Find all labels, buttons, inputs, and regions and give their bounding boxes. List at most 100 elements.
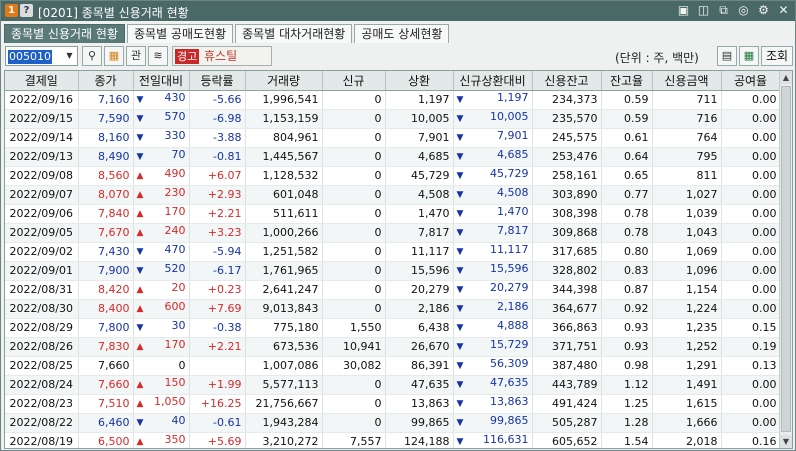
table-row[interactable]: 2022/08/31 8,420 ▲ 20 +0.23 2,641,247 0 20,279 ▼… — [5, 280, 781, 300]
table-row[interactable]: 2022/08/29 7,800 ▼ 30 -0.38 775,180 1,550 6,438… — [5, 318, 781, 338]
scroll-up-icon[interactable]: ▲ — [780, 71, 792, 84]
cell-rate: -5.66 — [189, 90, 246, 110]
cell-netdiff: ▼ 7,817 — [453, 223, 533, 243]
tab-lending[interactable]: 종목별 대차거래현황 — [235, 24, 353, 43]
cell-balance-rate: 0.78 — [601, 223, 653, 243]
title-bar: 1 ? [0201] 종목별 신용거래 현황 ▣ ◫ ⧉ ◎ ⚙ ✕ — [1, 1, 795, 21]
cell-repay: 47,635 — [385, 375, 454, 395]
stock-code-input[interactable]: 005010 ▼ — [5, 46, 78, 66]
cell-change: ▲ 230 — [133, 185, 190, 205]
title-camera-icon[interactable]: ◎ — [736, 3, 751, 18]
cell-new: 0 — [322, 166, 386, 186]
search-icon[interactable]: ⚲ — [82, 46, 102, 66]
col-header[interactable]: 신용잔고 — [532, 71, 602, 91]
table-row[interactable]: 2022/09/15 7,590 ▼ 570 -6.98 1,153,159 0 10,005… — [5, 109, 781, 129]
netdiff-value: 7,901 — [497, 128, 529, 142]
tab-credit-status[interactable]: 종목별 신용거래 현황 — [4, 24, 125, 43]
table-row[interactable]: 2022/09/01 7,900 ▼ 520 -6.17 1,761,965 0 15,596… — [5, 261, 781, 281]
netdiff-value: 4,685 — [497, 147, 529, 161]
cell-volume: 1,996,541 — [245, 90, 323, 110]
table-row[interactable]: 2022/09/13 8,490 ▼ 70 -0.81 1,445,567 0 4,685 ▼ 4… — [5, 147, 781, 167]
col-header[interactable]: 결제일 — [5, 71, 79, 91]
down-arrow-icon: ▼ — [456, 189, 464, 200]
scroll-down-icon[interactable]: ▼ — [780, 435, 792, 448]
change-value: 330 — [164, 128, 186, 142]
table-row[interactable]: 2022/09/08 8,560 ▲ 490 +6.07 1,128,532 0 45,729… — [5, 166, 781, 186]
cell-netdiff: ▼ 15,596 — [453, 261, 533, 281]
help-icon[interactable]: ? — [20, 4, 33, 17]
cell-balance-rate: 0.59 — [601, 109, 653, 129]
table-row[interactable]: 2022/08/23 7,510 ▲ 1,050 +16.25 21,756,667 0 13… — [5, 394, 781, 414]
col-header[interactable]: 신규 — [322, 71, 386, 91]
cell-change: ▼ 40 — [133, 413, 190, 433]
scroll-thumb[interactable] — [781, 86, 791, 432]
cell-netdiff: ▼ 45,729 — [453, 166, 533, 186]
dropdown-icon[interactable]: ▼ — [63, 48, 76, 64]
change-value: 40 — [171, 413, 186, 427]
col-header[interactable]: 신용금액 — [652, 71, 722, 91]
table-row[interactable]: 2022/09/16 7,160 ▼ 430 -5.66 1,996,541 0 1,197 ▼… — [5, 90, 781, 110]
stock-name: 휴스틸 — [204, 49, 238, 63]
col-header[interactable]: 상환 — [385, 71, 454, 91]
netdiff-value: 15,729 — [490, 337, 529, 351]
folder-icon[interactable]: ▦ — [104, 46, 124, 66]
table-row[interactable]: 2022/08/26 7,830 ▲ 170 +2.21 673,536 10,941 26,… — [5, 337, 781, 357]
cell-date: 2022/09/02 — [5, 242, 79, 262]
netdiff-value: 7,817 — [497, 223, 529, 237]
cell-balance-rate: 1.54 — [601, 432, 653, 448]
cell-close: 7,830 — [78, 337, 134, 357]
query-button[interactable]: 조회 — [761, 46, 793, 66]
stack-icon[interactable]: ≋ — [148, 46, 168, 66]
tab-short-selling[interactable]: 종목별 공매도현황 — [127, 24, 234, 43]
down-arrow-icon: ▼ — [136, 132, 144, 143]
netdiff-value: 4,508 — [497, 185, 529, 199]
table-row[interactable]: 2022/08/19 6,500 ▲ 350 +5.69 3,210,272 7,557 12… — [5, 432, 781, 448]
table-row[interactable]: 2022/08/22 6,460 ▼ 40 -0.61 1,943,284 0 99,865 ▼… — [5, 413, 781, 433]
title-copy-icon[interactable]: ⧉ — [716, 3, 731, 18]
title-dock-icon[interactable]: ▣ — [676, 3, 691, 18]
cell-rate: -0.61 — [189, 413, 246, 433]
down-arrow-icon: ▼ — [456, 417, 464, 428]
title-close-icon[interactable]: ✕ — [776, 3, 791, 18]
cell-amount: 1,069 — [652, 242, 722, 262]
title-window-icon[interactable]: ◫ — [696, 3, 711, 18]
cell-supply-rate: 0.00 — [721, 280, 781, 300]
col-header[interactable]: 거래량 — [245, 71, 323, 91]
cell-date: 2022/08/26 — [5, 337, 79, 357]
col-header[interactable]: 등락률 — [189, 71, 246, 91]
col-header[interactable]: 종가 — [78, 71, 134, 91]
table-row[interactable]: 2022/08/25 7,660 0 1,007,086 30,082 86,391 ▼ 56… — [5, 356, 781, 376]
gwan-button[interactable]: 관 — [126, 46, 146, 66]
title-settings-icon[interactable]: ⚙ — [756, 3, 771, 18]
down-arrow-icon: ▼ — [456, 208, 464, 219]
change-value: 170 — [164, 204, 186, 218]
cell-new: 0 — [322, 128, 386, 148]
col-header[interactable]: 잔고율 — [601, 71, 653, 91]
cell-amount: 1,615 — [652, 394, 722, 414]
table-row[interactable]: 2022/09/07 8,070 ▲ 230 +2.93 601,048 0 4,508 ▼ 4,… — [5, 185, 781, 205]
cell-date: 2022/09/13 — [5, 147, 79, 167]
cell-volume: 673,536 — [245, 337, 323, 357]
table-row[interactable]: 2022/09/02 7,430 ▼ 470 -5.94 1,251,582 0 11,117… — [5, 242, 781, 262]
stock-code-value[interactable]: 005010 — [8, 50, 52, 64]
table-row[interactable]: 2022/08/30 8,400 ▲ 600 +7.69 9,013,843 0 2,186 ▼… — [5, 299, 781, 319]
tab-short-detail[interactable]: 공매도 상세현황 — [354, 24, 450, 43]
col-header[interactable]: 신규상환대비 — [453, 71, 533, 91]
vertical-scrollbar[interactable]: ▲ ▼ — [779, 71, 792, 448]
cell-amount: 764 — [652, 128, 722, 148]
screen-number-badge[interactable]: 1 — [5, 4, 18, 17]
grid-icon[interactable]: ▤ — [717, 46, 737, 66]
table-row[interactable]: 2022/09/14 8,160 ▼ 330 -3.88 804,961 0 7,901 ▼ 7,… — [5, 128, 781, 148]
down-arrow-icon: ▼ — [456, 94, 464, 105]
cell-balance: 253,476 — [532, 147, 602, 167]
cell-volume: 2,641,247 — [245, 280, 323, 300]
table-row[interactable]: 2022/09/05 7,670 ▲ 240 +3.23 1,000,266 0 7,817 ▼… — [5, 223, 781, 243]
table-row[interactable]: 2022/09/06 7,840 ▲ 170 +2.21 511,611 0 1,470 ▼ 1,… — [5, 204, 781, 224]
cell-volume: 1,153,159 — [245, 109, 323, 129]
excel-icon[interactable]: ▦ — [739, 46, 759, 66]
cell-close: 6,500 — [78, 432, 134, 448]
col-header[interactable]: 전일대비 — [133, 71, 190, 91]
table-row[interactable]: 2022/08/24 7,660 ▲ 150 +1.99 5,577,113 0 47,635… — [5, 375, 781, 395]
cell-netdiff: ▼ 20,279 — [453, 280, 533, 300]
col-header[interactable]: 공여율 — [721, 71, 781, 91]
